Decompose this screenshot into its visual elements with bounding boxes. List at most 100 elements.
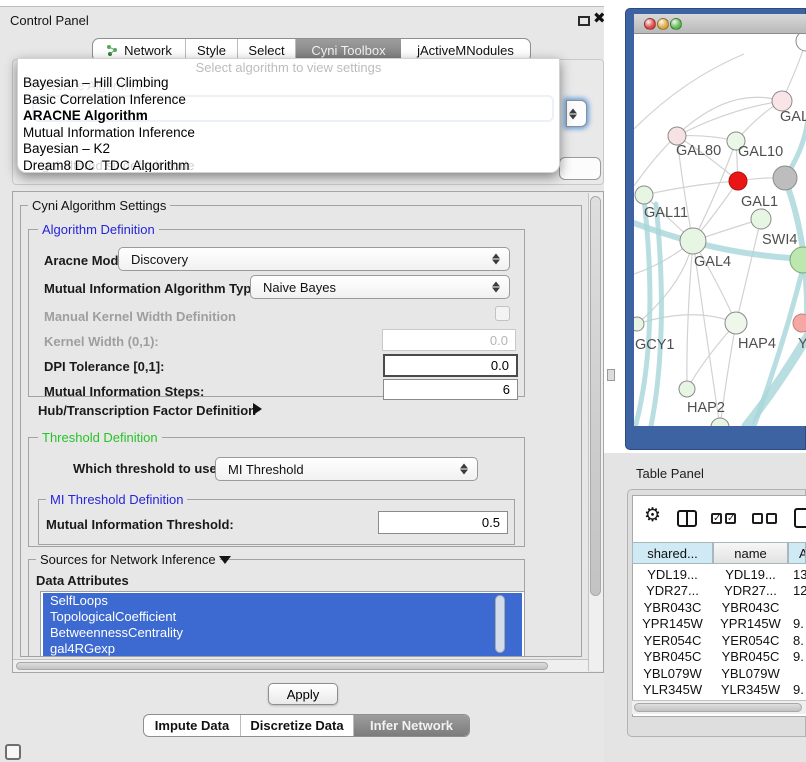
list-scrollbar-thumb[interactable] (495, 595, 505, 653)
network-node[interactable] (634, 317, 644, 331)
algorithm-option[interactable]: Basic Correlation Inference (23, 92, 186, 107)
mi-steps-field[interactable]: 6 (383, 379, 518, 400)
network-view-window[interactable]: GALGAL80GAL10GAL11GAL1GAL4SWI4GCY1HAP4YH… (625, 8, 806, 450)
data-attribute-item[interactable]: TopologicalCoefficient (43, 609, 522, 625)
network-node[interactable] (796, 34, 806, 51)
apply-button[interactable]: Apply (268, 683, 338, 705)
table-cell[interactable]: 9. (788, 616, 806, 632)
table-column-header[interactable]: shared... (632, 542, 713, 564)
bottom-tab-infer-network[interactable]: Infer Network (354, 715, 469, 736)
mi-threshold-field[interactable]: 0.5 (378, 511, 508, 534)
table-hscrollbar-thumb[interactable] (634, 703, 802, 712)
bottom-tab-impute-data[interactable]: Impute Data (144, 715, 241, 736)
network-node[interactable] (725, 312, 747, 334)
float-window-icon[interactable] (578, 16, 590, 26)
deselect-checkbox-icon2[interactable] (766, 513, 777, 524)
algorithm-combo-fragment[interactable] (566, 100, 587, 127)
algorithm-option[interactable]: Bayesian – Hill Climbing (23, 75, 169, 90)
settings-hscrollbar[interactable] (13, 659, 588, 672)
table-cell[interactable]: 8. (788, 632, 806, 648)
bottom-tab-discretize-data[interactable]: Discretize Data (241, 715, 354, 736)
data-attribute-item[interactable]: BetweennessCentrality (43, 625, 522, 641)
table-cell[interactable]: YPR145W (632, 616, 713, 632)
dpi-tolerance-field[interactable]: 0.0 (383, 354, 518, 377)
table-cell[interactable]: 9. (788, 682, 806, 698)
algorithm-option[interactable]: Dream8 DC_TDC Algorithm (23, 158, 190, 173)
network-node[interactable] (729, 172, 747, 190)
table-cell[interactable]: 13 (788, 566, 806, 582)
table-cell[interactable]: YLR345W (632, 682, 713, 698)
table-cell[interactable]: YBL079W (713, 665, 788, 681)
network-canvas[interactable]: GALGAL80GAL10GAL11GAL1GAL4SWI4GCY1HAP4YH… (634, 34, 806, 426)
zoom-traffic-light[interactable] (670, 18, 682, 30)
table-cell[interactable]: 9. (788, 649, 806, 665)
settings-vscrollbar-thumb[interactable] (590, 196, 601, 596)
network-node[interactable] (772, 91, 792, 111)
mi-type-combo[interactable]: Naive Bayes (250, 275, 510, 299)
table-cell[interactable]: YDR27... (713, 583, 788, 599)
table-cell[interactable]: YBR043C (713, 599, 788, 615)
data-attribute-item[interactable]: gal4RGexp (43, 641, 522, 657)
cyni-algorithm-settings-title: Cyni Algorithm Settings (28, 198, 170, 213)
network-node[interactable] (793, 314, 806, 332)
aracne-mode-value: Discovery (131, 252, 188, 267)
which-threshold-combo[interactable]: MI Threshold (215, 457, 478, 481)
sources-title[interactable]: Sources for Network Inference (36, 552, 220, 567)
table-cell[interactable]: YER054C (713, 632, 788, 648)
data-attributes-list[interactable]: SelfLoopsTopologicalCoefficientBetweenne… (40, 591, 525, 657)
network-node[interactable] (679, 381, 695, 397)
table-hscrollbar[interactable] (632, 700, 806, 714)
table-cell[interactable]: YPR145W (713, 616, 788, 632)
network-edge (736, 219, 761, 323)
hub-section-label[interactable]: Hub/Transcription Factor Definition (38, 403, 256, 418)
table-cell[interactable]: YBR045C (632, 649, 713, 665)
minimize-traffic-light[interactable] (657, 18, 669, 30)
table-cell[interactable]: YBR045C (713, 649, 788, 665)
manual-kernel-checkbox[interactable] (495, 306, 510, 321)
algorithm-option[interactable]: ARACNE Algorithm (23, 108, 148, 123)
node-label: SWI4 (762, 232, 797, 248)
network-window-titlebar[interactable] (634, 14, 806, 34)
network-node[interactable] (635, 186, 653, 204)
select-all-checkbox-icon[interactable]: ✓ (711, 513, 722, 524)
table-column-header[interactable]: name (713, 542, 788, 564)
aracne-mode-combo[interactable]: Discovery (118, 247, 510, 271)
node-label: HAP4 (738, 336, 776, 352)
panel-divider-handle[interactable] (607, 369, 615, 381)
settings-hscrollbar-thumb[interactable] (16, 662, 548, 670)
collapse-arrow-icon[interactable] (219, 556, 231, 564)
algorithm-option[interactable]: Bayesian – K2 (23, 141, 110, 156)
table-cell[interactable]: YDL19... (713, 566, 788, 582)
table-cell[interactable]: 12 (788, 583, 806, 599)
settings-vscrollbar[interactable] (588, 193, 603, 671)
kernel-width-field[interactable]: 0.0 (382, 329, 516, 351)
node-label: Y (798, 336, 806, 352)
table-cell[interactable]: YER054C (632, 632, 713, 648)
data-attribute-item[interactable]: SelfLoops (43, 593, 522, 609)
network-edge-thick (636, 199, 650, 424)
select-all-checkbox-icon2[interactable]: ✓ (725, 513, 736, 524)
tab-label: jActiveMNodules (417, 43, 514, 58)
deselect-checkbox-icon[interactable] (752, 513, 763, 524)
table-cell[interactable]: YBL079W (632, 665, 713, 681)
table-column-header[interactable]: A (788, 542, 806, 564)
function-builder-icon[interactable] (794, 508, 806, 528)
dpi-tolerance-label: DPI Tolerance [0,1]: (44, 359, 164, 374)
which-threshold-label: Which threshold to use: (73, 461, 221, 476)
network-node[interactable] (680, 228, 706, 254)
columns-icon[interactable] (677, 510, 697, 527)
algorithm-option[interactable]: Mutual Information Inference (23, 125, 195, 140)
table-cell[interactable]: YDR27... (632, 583, 713, 599)
table-cell[interactable]: YLR345W (713, 682, 788, 698)
table-cell[interactable]: YBR043C (632, 599, 713, 615)
table-cell[interactable]: YDL19... (632, 566, 713, 582)
collapsed-panel-icon[interactable] (5, 744, 21, 760)
gear-icon[interactable]: ⚙ (644, 504, 661, 526)
data-combo-fragment[interactable] (559, 157, 601, 180)
close-traffic-light[interactable] (644, 18, 656, 30)
network-node[interactable] (773, 166, 797, 190)
network-node[interactable] (790, 247, 806, 273)
expand-arrow-icon[interactable] (253, 403, 262, 415)
network-node[interactable] (751, 209, 771, 229)
network-node[interactable] (711, 418, 729, 426)
